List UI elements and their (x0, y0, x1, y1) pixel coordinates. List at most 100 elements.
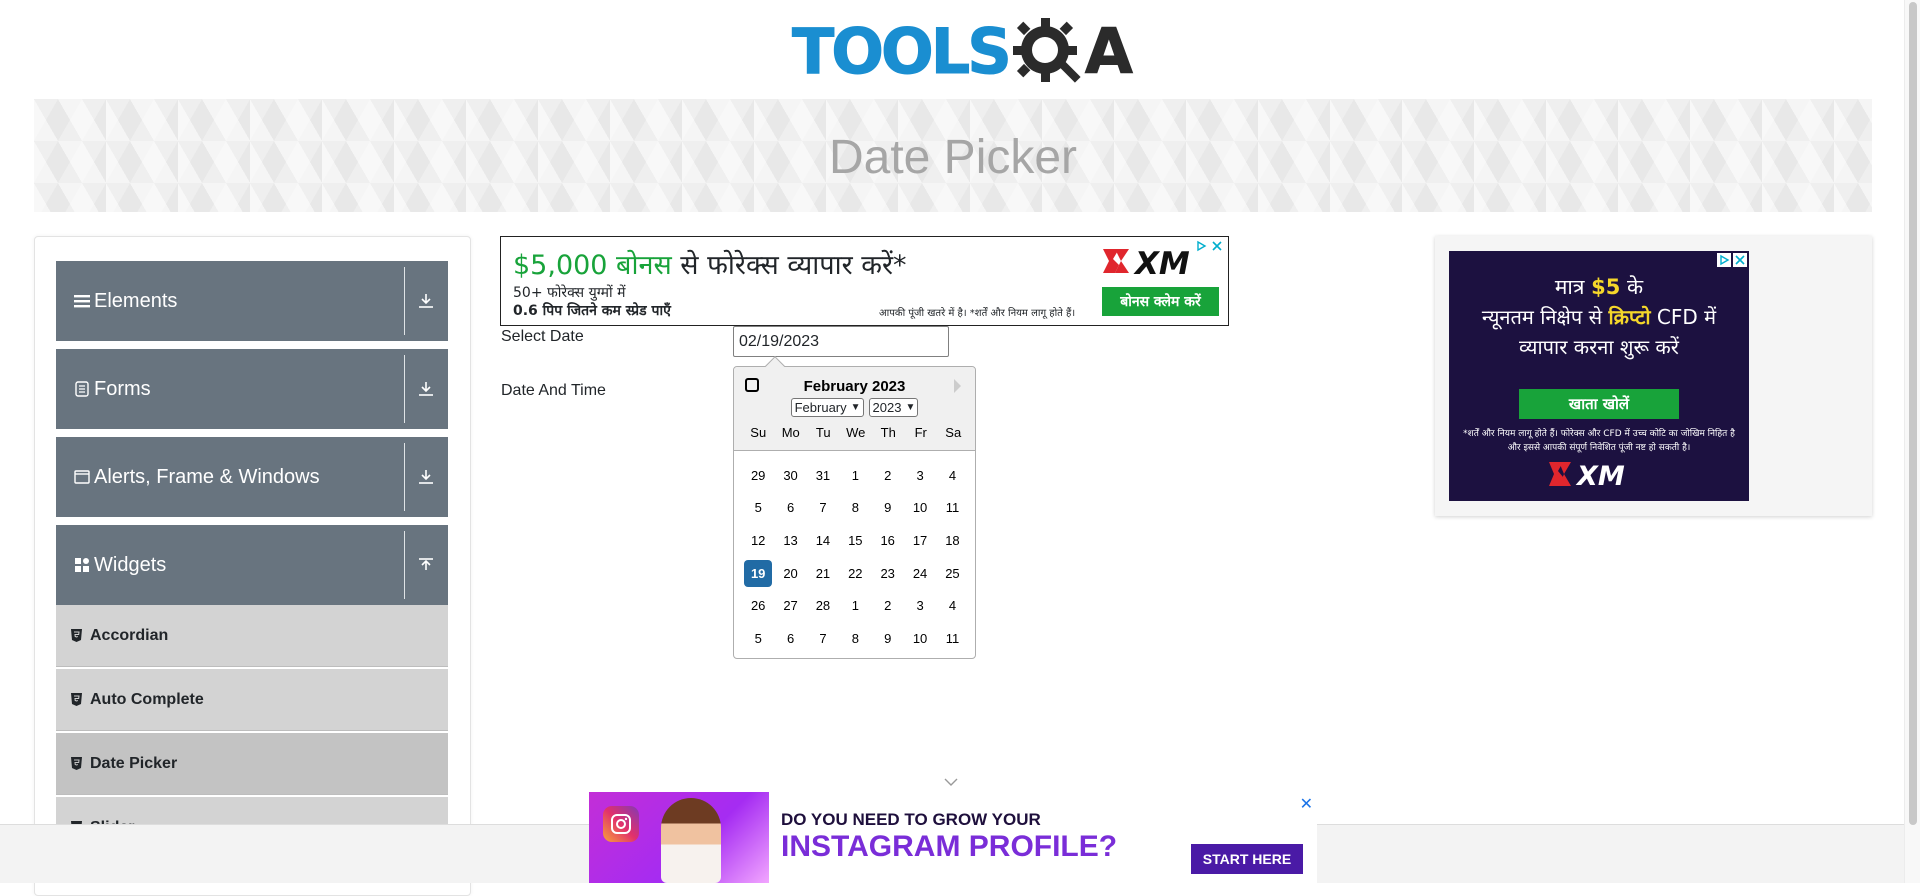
calendar-day[interactable]: 30 (777, 462, 805, 489)
ad-choices[interactable] (1194, 239, 1224, 253)
calendar-day[interactable]: 2 (874, 462, 902, 489)
close-icon[interactable] (1210, 239, 1224, 253)
scrollbar-thumb[interactable] (1909, 2, 1917, 825)
download-icon[interactable] (410, 459, 442, 495)
sidebar-group-label: Elements (94, 289, 178, 312)
calendar-day[interactable]: 10 (906, 625, 934, 652)
download-icon[interactable] (410, 371, 442, 407)
ad-open-account-button[interactable]: खाता खोलें (1519, 389, 1679, 419)
calendar-day[interactable]: 8 (841, 625, 869, 652)
calendar-header: February 2023 February ▼ 2023 ▼ Su Mo Tu… (734, 367, 975, 451)
sidebar-item-label: Date Picker (90, 754, 178, 772)
chevron-down-icon[interactable] (944, 774, 958, 792)
next-month-button[interactable] (954, 379, 961, 393)
download-icon[interactable] (410, 283, 442, 319)
calendar-day[interactable]: 21 (809, 560, 837, 587)
calendar-day[interactable]: 9 (874, 625, 902, 652)
ad-text: मात्र (1554, 275, 1592, 299)
calendar-day[interactable]: 17 (906, 527, 934, 554)
calendar-day[interactable]: 31 (809, 462, 837, 489)
gear-magnifier-icon (1009, 14, 1089, 90)
calendar-day[interactable]: 24 (906, 560, 934, 587)
window-icon (72, 470, 92, 484)
adchoices-icon[interactable] (1717, 253, 1731, 267)
calendar-day[interactable]: 26 (744, 592, 772, 619)
calendar-day[interactable]: 9 (874, 494, 902, 521)
calendar-day[interactable]: 20 (777, 560, 805, 587)
close-icon[interactable] (1733, 253, 1747, 267)
year-select[interactable]: 2023 ▼ (868, 398, 919, 417)
sidebar-item-date-picker[interactable]: Date Picker (56, 733, 448, 795)
calendar-day[interactable]: 10 (906, 494, 934, 521)
calendar-day[interactable]: 2 (874, 592, 902, 619)
calendar-day[interactable]: 5 (744, 625, 772, 652)
page-scrollbar[interactable] (1904, 0, 1920, 883)
calendar-day[interactable]: 12 (744, 527, 772, 554)
calendar-week-row: 26 27 28 1 2 3 4 (742, 589, 969, 622)
sidebar-group-elements[interactable]: Elements (56, 261, 448, 341)
sidebar-group-alerts[interactable]: Alerts, Frame & Windows (56, 437, 448, 517)
calendar-day[interactable]: 28 (809, 592, 837, 619)
ad-banner-bottom[interactable]: DO YOU NEED TO GROW YOUR INSTAGRAM PROFI… (589, 792, 1317, 883)
ad-headline: $5,000 बोनस से फोरेक्स व्यापार करें* (513, 245, 906, 282)
ad-claim-bonus-button[interactable]: बोनस क्लेम करें (1102, 287, 1219, 316)
toolsqa-logo[interactable]: TOOLS A (792, 14, 1133, 90)
adchoices-icon[interactable] (1194, 239, 1208, 253)
weekday-label: Su (750, 425, 767, 440)
sidebar-item-auto-complete[interactable]: Auto Complete (56, 669, 448, 731)
close-icon[interactable]: ✕ (1300, 794, 1313, 814)
weekday-label: Mo (781, 425, 800, 440)
calendar-week-row: 12 13 14 15 16 17 18 (742, 524, 969, 557)
select-date-input[interactable] (733, 326, 949, 357)
calendar-day[interactable]: 6 (777, 494, 805, 521)
calendar-day[interactable]: 4 (938, 462, 966, 489)
calendar-day[interactable]: 16 (874, 527, 902, 554)
calendar-day[interactable]: 11 (938, 494, 966, 521)
calendar-day[interactable]: 11 (938, 625, 966, 652)
ad-banner-right[interactable]: मात्र $5 के न्यूनतम निक्षेप से क्रिप्टो … (1449, 251, 1749, 501)
calendar-day[interactable]: 19 (744, 559, 773, 587)
calendar-day[interactable]: 7 (809, 625, 837, 652)
ad-subtext-1: 50+ फोरेक्स युग्मों में (513, 285, 626, 301)
calendar-week-row: 5 6 7 8 9 10 11 (742, 492, 969, 525)
calendar-day[interactable]: 5 (744, 494, 772, 521)
calendar-day[interactable]: 18 (938, 527, 966, 554)
calendar-day[interactable]: 6 (777, 625, 805, 652)
instagram-icon (603, 806, 639, 842)
weekday-label: We (846, 425, 866, 440)
calendar-day[interactable]: 1 (841, 592, 869, 619)
calendar-day[interactable]: 27 (777, 592, 805, 619)
ad-start-here-button[interactable]: START HERE (1191, 844, 1303, 874)
calendar-day[interactable]: 8 (841, 494, 869, 521)
ad-choices[interactable] (1717, 253, 1747, 267)
calendar-day[interactable]: 29 (744, 462, 772, 489)
calendar-day[interactable]: 1 (841, 462, 869, 489)
calendar-day[interactable]: 14 (809, 527, 837, 554)
sidebar-group-widgets[interactable]: Widgets (56, 525, 448, 605)
ad-banner-top[interactable]: $5,000 बोनस से फोरेक्स व्यापार करें* 50+… (500, 236, 1229, 326)
sidebar-group-label: Alerts, Frame & Windows (94, 465, 320, 488)
sidebar-item-accordian[interactable]: Accordian (56, 605, 448, 667)
calendar-day[interactable]: 4 (938, 592, 966, 619)
upload-icon[interactable] (410, 547, 442, 583)
calendar-day[interactable]: 23 (874, 560, 902, 587)
calendar-day[interactable]: 25 (938, 560, 966, 587)
calendar-day[interactable]: 3 (906, 592, 934, 619)
ad-person-image (661, 798, 721, 883)
date-and-time-label: Date And Time (501, 382, 606, 399)
sidebar-group-label: Forms (94, 377, 151, 400)
ad-bottom-line-2: INSTAGRAM PROFILE? (781, 830, 1118, 863)
select-date-label: Select Date (501, 328, 584, 345)
ad-text-highlight: क्रिप्टो (1608, 305, 1651, 329)
calendar-week-row: 5 6 7 8 9 10 11 (742, 622, 969, 655)
sidebar-group-forms[interactable]: Forms (56, 349, 448, 429)
calendar-day[interactable]: 13 (777, 527, 805, 554)
calendar-day[interactable]: 15 (841, 527, 869, 554)
ad-right-line-3: व्यापार करना शुरू करें (1519, 335, 1679, 359)
calendar-day[interactable]: 22 (841, 560, 869, 587)
month-select[interactable]: February ▼ (790, 398, 864, 417)
sidebar-item-label: Auto Complete (90, 690, 204, 708)
calendar-day[interactable]: 3 (906, 462, 934, 489)
calendar-day[interactable]: 7 (809, 494, 837, 521)
xm-logo: XM (1547, 459, 1651, 493)
